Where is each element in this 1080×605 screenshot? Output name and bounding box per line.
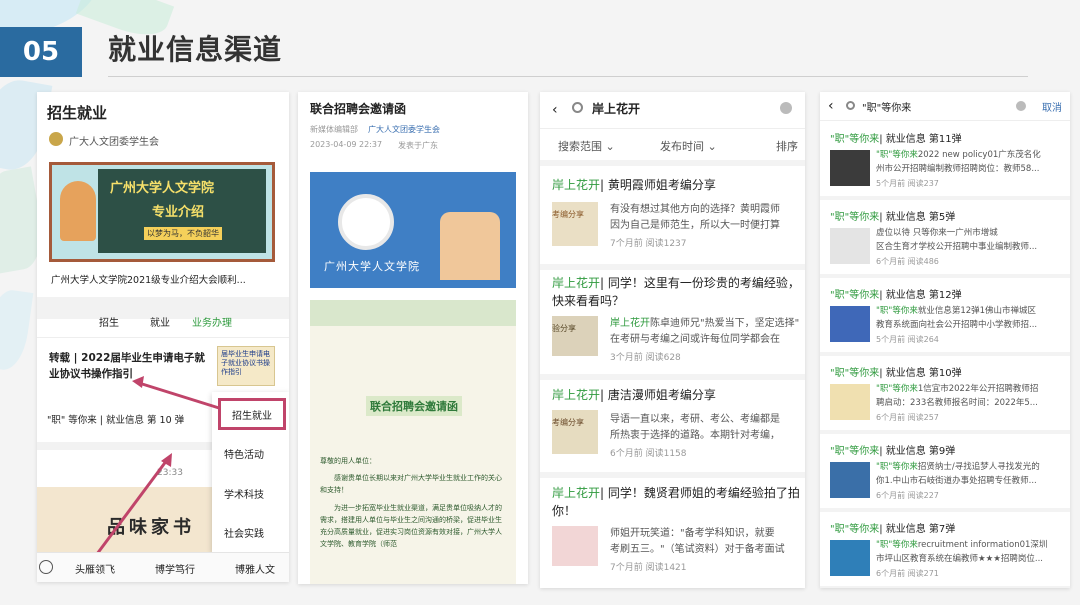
result-thumbnail bbox=[552, 526, 598, 566]
article-date: 2023-04-09 22:37 bbox=[310, 140, 383, 149]
poster-image: 联合招聘会邀请函 尊敬的用人单位： 感谢贵单位长期以来对广州大学毕业生就业工作的… bbox=[310, 300, 516, 584]
title-divider bbox=[108, 76, 1028, 77]
article-title: 联合招聘会邀请函 bbox=[310, 102, 407, 116]
cover-figure bbox=[440, 212, 500, 280]
search-result[interactable]: 岸上花开| 同学！魏贤君师姐的考编经验拍了拍你！ 师姐开玩笑道："备考学科知识，… bbox=[540, 482, 805, 582]
result-thumbnail bbox=[830, 306, 870, 342]
search-result[interactable]: 岸上花开| 唐洁漫师姐考编分享 考编分享 导语一直以来，考研、考公、考编都是 所… bbox=[540, 384, 805, 470]
search-result[interactable]: "职"等你来| 就业信息 第10弹 "职"等你来1信宜市2022年公开招聘教师招聘… bbox=[820, 360, 1070, 434]
section-number: 05 bbox=[0, 27, 82, 77]
result-thumbnail bbox=[830, 384, 870, 420]
result-thumbnail: 考编分享 bbox=[552, 410, 598, 454]
arrow-annotation bbox=[95, 376, 220, 555]
search-result[interactable]: "职"等你来| 就业信息 第11弹 "职"等你来2022 new policy01… bbox=[820, 126, 1070, 200]
clear-icon[interactable] bbox=[780, 102, 792, 114]
phone-screen-3: ‹ 岸上花开 搜索范围 ⌄ 发布时间 ⌄ 排序 岸上花开| 黄明霞师姐考编分享 … bbox=[540, 92, 805, 588]
phone-screen-1: 招生就业 广大人文团委学生会 广州大学人文学院 专业介绍 以梦为马，不负韶华 广… bbox=[37, 92, 289, 582]
article-editor: 新媒体编辑部 bbox=[310, 125, 358, 134]
phone-screen-2: 联合招聘会邀请函 新媒体编辑部 广大人文团委学生会 2023-04-09 22:… bbox=[298, 92, 528, 584]
result-thumbnail bbox=[830, 228, 870, 264]
cover-image: 广州大学人文学院 bbox=[310, 172, 516, 288]
slide-title: 就业信息渠道 bbox=[108, 33, 283, 66]
article-place: 发表于广东 bbox=[398, 141, 438, 150]
clear-icon[interactable] bbox=[1016, 101, 1026, 111]
menu-boya[interactable]: 博雅人文 bbox=[235, 561, 275, 576]
search-result[interactable]: "职"等你来| 就业信息 第12弹 "职"等你来就业信息第12弹1佛山市禅城区 教育… bbox=[820, 282, 1070, 356]
school-logo bbox=[338, 194, 394, 250]
search-result[interactable]: "职"等你来| 就业信息 第5弹 虚位以待 只等你来一广州市增城 区合生育才学校公开… bbox=[820, 204, 1070, 278]
result-thumbnail bbox=[830, 462, 870, 498]
menu-boxue[interactable]: 博学笃行 bbox=[155, 561, 195, 576]
cancel-button[interactable]: 取消 bbox=[1042, 99, 1062, 114]
search-input[interactable]: 岸上花开 bbox=[592, 100, 640, 117]
article-account[interactable]: 广大人文团委学生会 bbox=[368, 124, 440, 135]
search-result[interactable]: 岸上花开| 黄明霞师姐考编分享 考编分享 有没有想过其他方向的选择？黄明霞师 因… bbox=[540, 172, 805, 260]
result-thumbnail bbox=[830, 150, 870, 186]
phone-screen-4: ‹ "职"等你来 取消 "职"等你来| 就业信息 第11弹 "职"等你来2022 … bbox=[820, 92, 1070, 588]
keyboard-icon[interactable] bbox=[39, 560, 53, 574]
decor-leaf bbox=[0, 287, 34, 373]
search-result[interactable]: 岸上花开| 同学！这里有一份珍贵的考编经验，快来看看吗？ 验分享 岸上花开陈卓迪… bbox=[540, 272, 805, 372]
result-thumbnail: 验分享 bbox=[552, 316, 598, 356]
filter-sort[interactable]: 排序 bbox=[776, 138, 798, 154]
back-icon[interactable]: ‹ bbox=[828, 98, 834, 114]
search-icon bbox=[846, 101, 855, 110]
search-result[interactable]: "职"等你来| 就业信息 第9弹 "职"等你来招贤纳士/寻找追梦人寻找发光的 你1.… bbox=[820, 438, 1070, 512]
filter-time[interactable]: 发布时间 ⌄ bbox=[660, 138, 717, 154]
back-icon[interactable]: ‹ bbox=[552, 102, 558, 118]
poster-title: 联合招聘会邀请函 bbox=[366, 396, 462, 416]
search-input[interactable]: "职"等你来 bbox=[862, 99, 911, 114]
search-result[interactable]: "职"等你来| 就业信息 第7弹 "职"等你来recruitment inform… bbox=[820, 516, 1070, 588]
menu-toutouling[interactable]: 头雁领飞 bbox=[75, 561, 115, 576]
result-thumbnail: 考编分享 bbox=[552, 202, 598, 246]
result-thumbnail bbox=[830, 540, 870, 576]
filter-scope[interactable]: 搜索范围 ⌄ bbox=[558, 138, 615, 154]
search-icon bbox=[572, 102, 583, 113]
bottom-bar: 头雁领飞 博学笃行 博雅人文 bbox=[37, 552, 289, 582]
